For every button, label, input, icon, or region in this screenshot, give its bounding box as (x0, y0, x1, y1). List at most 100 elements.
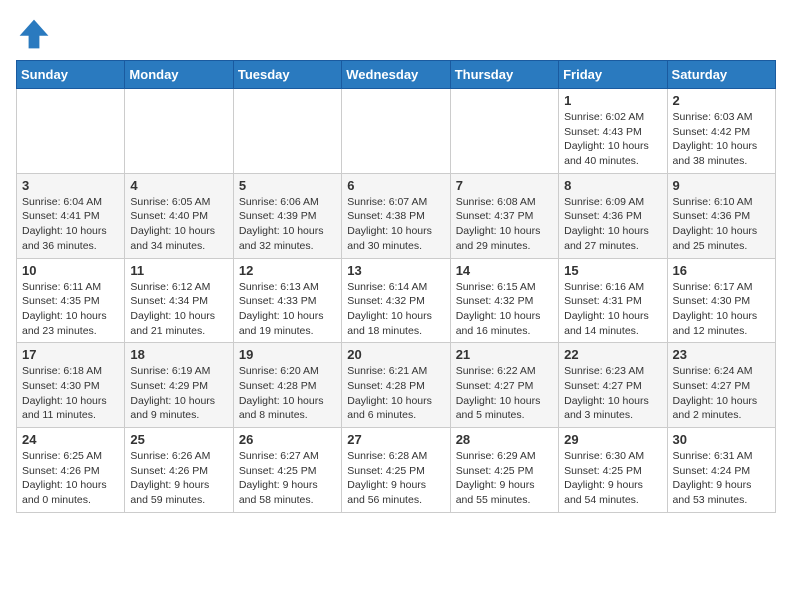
calendar-cell: 29 Sunrise: 6:30 AM Sunset: 4:25 PM Dayli… (559, 428, 667, 513)
day-info: Sunrise: 6:07 AM Sunset: 4:38 PM Dayligh… (347, 195, 444, 254)
day-info: Sunrise: 6:21 AM Sunset: 4:28 PM Dayligh… (347, 364, 444, 423)
day-number: 7 (456, 178, 553, 193)
day-info: Sunrise: 6:04 AM Sunset: 4:41 PM Dayligh… (22, 195, 119, 254)
day-number: 16 (673, 263, 770, 278)
day-number: 28 (456, 432, 553, 447)
calendar-week-4: 17 Sunrise: 6:18 AM Sunset: 4:30 PM Dayli… (17, 343, 776, 428)
day-number: 4 (130, 178, 227, 193)
logo (16, 16, 56, 52)
day-number: 21 (456, 347, 553, 362)
day-info: Sunrise: 6:29 AM Sunset: 4:25 PM Dayligh… (456, 449, 553, 508)
calendar-cell: 17 Sunrise: 6:18 AM Sunset: 4:30 PM Dayli… (17, 343, 125, 428)
day-info: Sunrise: 6:19 AM Sunset: 4:29 PM Dayligh… (130, 364, 227, 423)
calendar-cell: 3 Sunrise: 6:04 AM Sunset: 4:41 PM Daylig… (17, 173, 125, 258)
weekday-header-sunday: Sunday (17, 61, 125, 89)
calendar-cell: 10 Sunrise: 6:11 AM Sunset: 4:35 PM Dayli… (17, 258, 125, 343)
day-number: 12 (239, 263, 336, 278)
day-number: 18 (130, 347, 227, 362)
day-number: 20 (347, 347, 444, 362)
calendar-cell: 5Sunrise: 6:06 AM Sunset: 4:39 PM Daylig… (233, 173, 341, 258)
day-number: 24 (22, 432, 119, 447)
calendar-cell: 30 Sunrise: 6:31 AM Sunset: 4:24 PM Dayli… (667, 428, 775, 513)
calendar-cell: 27Sunrise: 6:28 AM Sunset: 4:25 PM Dayli… (342, 428, 450, 513)
day-number: 15 (564, 263, 661, 278)
day-info: Sunrise: 6:10 AM Sunset: 4:36 PM Dayligh… (673, 195, 770, 254)
weekday-header-friday: Friday (559, 61, 667, 89)
day-info: Sunrise: 6:24 AM Sunset: 4:27 PM Dayligh… (673, 364, 770, 423)
weekday-header-row: SundayMondayTuesdayWednesdayThursdayFrid… (17, 61, 776, 89)
day-info: Sunrise: 6:30 AM Sunset: 4:25 PM Dayligh… (564, 449, 661, 508)
day-number: 19 (239, 347, 336, 362)
day-info: Sunrise: 6:15 AM Sunset: 4:32 PM Dayligh… (456, 280, 553, 339)
day-number: 22 (564, 347, 661, 362)
logo-icon (16, 16, 52, 52)
day-info: Sunrise: 6:18 AM Sunset: 4:30 PM Dayligh… (22, 364, 119, 423)
calendar-cell: 26 Sunrise: 6:27 AM Sunset: 4:25 PM Dayli… (233, 428, 341, 513)
calendar-cell (233, 89, 341, 174)
day-number: 10 (22, 263, 119, 278)
day-number: 29 (564, 432, 661, 447)
day-info: Sunrise: 6:27 AM Sunset: 4:25 PM Dayligh… (239, 449, 336, 508)
day-number: 6 (347, 178, 444, 193)
calendar-cell: 21 Sunrise: 6:22 AM Sunset: 4:27 PM Dayli… (450, 343, 558, 428)
calendar-cell (17, 89, 125, 174)
day-info: Sunrise: 6:09 AM Sunset: 4:36 PM Dayligh… (564, 195, 661, 254)
day-number: 14 (456, 263, 553, 278)
day-number: 8 (564, 178, 661, 193)
weekday-header-monday: Monday (125, 61, 233, 89)
day-info: Sunrise: 6:03 AM Sunset: 4:42 PM Dayligh… (673, 110, 770, 169)
day-info: Sunrise: 6:13 AM Sunset: 4:33 PM Dayligh… (239, 280, 336, 339)
calendar-cell: 6 Sunrise: 6:07 AM Sunset: 4:38 PM Daylig… (342, 173, 450, 258)
day-number: 1 (564, 93, 661, 108)
calendar-cell (450, 89, 558, 174)
calendar-cell: 20 Sunrise: 6:21 AM Sunset: 4:28 PM Dayli… (342, 343, 450, 428)
weekday-header-wednesday: Wednesday (342, 61, 450, 89)
calendar-cell: 24 Sunrise: 6:25 AM Sunset: 4:26 PM Dayli… (17, 428, 125, 513)
day-info: Sunrise: 6:16 AM Sunset: 4:31 PM Dayligh… (564, 280, 661, 339)
day-info: Sunrise: 6:25 AM Sunset: 4:26 PM Dayligh… (22, 449, 119, 508)
day-number: 26 (239, 432, 336, 447)
day-number: 25 (130, 432, 227, 447)
calendar-cell: 9 Sunrise: 6:10 AM Sunset: 4:36 PM Daylig… (667, 173, 775, 258)
day-info: Sunrise: 6:11 AM Sunset: 4:35 PM Dayligh… (22, 280, 119, 339)
calendar-cell: 4Sunrise: 6:05 AM Sunset: 4:40 PM Daylig… (125, 173, 233, 258)
day-number: 23 (673, 347, 770, 362)
day-number: 3 (22, 178, 119, 193)
calendar-week-3: 10 Sunrise: 6:11 AM Sunset: 4:35 PM Dayli… (17, 258, 776, 343)
calendar-cell: 18 Sunrise: 6:19 AM Sunset: 4:29 PM Dayli… (125, 343, 233, 428)
calendar-cell: 2 Sunrise: 6:03 AM Sunset: 4:42 PM Daylig… (667, 89, 775, 174)
day-number: 30 (673, 432, 770, 447)
day-info: Sunrise: 6:22 AM Sunset: 4:27 PM Dayligh… (456, 364, 553, 423)
day-info: Sunrise: 6:08 AM Sunset: 4:37 PM Dayligh… (456, 195, 553, 254)
calendar-cell: 16Sunrise: 6:17 AM Sunset: 4:30 PM Dayli… (667, 258, 775, 343)
calendar-cell: 8 Sunrise: 6:09 AM Sunset: 4:36 PM Daylig… (559, 173, 667, 258)
page-header (16, 16, 776, 52)
day-info: Sunrise: 6:28 AM Sunset: 4:25 PM Dayligh… (347, 449, 444, 508)
day-info: Sunrise: 6:23 AM Sunset: 4:27 PM Dayligh… (564, 364, 661, 423)
calendar-week-2: 3 Sunrise: 6:04 AM Sunset: 4:41 PM Daylig… (17, 173, 776, 258)
calendar-week-1: 1Sunrise: 6:02 AM Sunset: 4:43 PM Daylig… (17, 89, 776, 174)
day-info: Sunrise: 6:20 AM Sunset: 4:28 PM Dayligh… (239, 364, 336, 423)
calendar-cell: 15 Sunrise: 6:16 AM Sunset: 4:31 PM Dayli… (559, 258, 667, 343)
calendar-cell: 13Sunrise: 6:14 AM Sunset: 4:32 PM Dayli… (342, 258, 450, 343)
weekday-header-tuesday: Tuesday (233, 61, 341, 89)
day-number: 11 (130, 263, 227, 278)
day-info: Sunrise: 6:31 AM Sunset: 4:24 PM Dayligh… (673, 449, 770, 508)
weekday-header-saturday: Saturday (667, 61, 775, 89)
calendar-cell: 22 Sunrise: 6:23 AM Sunset: 4:27 PM Dayli… (559, 343, 667, 428)
calendar-cell (125, 89, 233, 174)
day-number: 9 (673, 178, 770, 193)
calendar-cell (342, 89, 450, 174)
day-info: Sunrise: 6:06 AM Sunset: 4:39 PM Dayligh… (239, 195, 336, 254)
calendar-cell: 28 Sunrise: 6:29 AM Sunset: 4:25 PM Dayli… (450, 428, 558, 513)
calendar-week-5: 24 Sunrise: 6:25 AM Sunset: 4:26 PM Dayli… (17, 428, 776, 513)
calendar-cell: 7 Sunrise: 6:08 AM Sunset: 4:37 PM Daylig… (450, 173, 558, 258)
calendar-cell: 19 Sunrise: 6:20 AM Sunset: 4:28 PM Dayli… (233, 343, 341, 428)
calendar-cell: 25 Sunrise: 6:26 AM Sunset: 4:26 PM Dayli… (125, 428, 233, 513)
day-info: Sunrise: 6:14 AM Sunset: 4:32 PM Dayligh… (347, 280, 444, 339)
calendar-table: SundayMondayTuesdayWednesdayThursdayFrid… (16, 60, 776, 513)
day-number: 2 (673, 93, 770, 108)
day-number: 17 (22, 347, 119, 362)
day-info: Sunrise: 6:12 AM Sunset: 4:34 PM Dayligh… (130, 280, 227, 339)
day-info: Sunrise: 6:26 AM Sunset: 4:26 PM Dayligh… (130, 449, 227, 508)
